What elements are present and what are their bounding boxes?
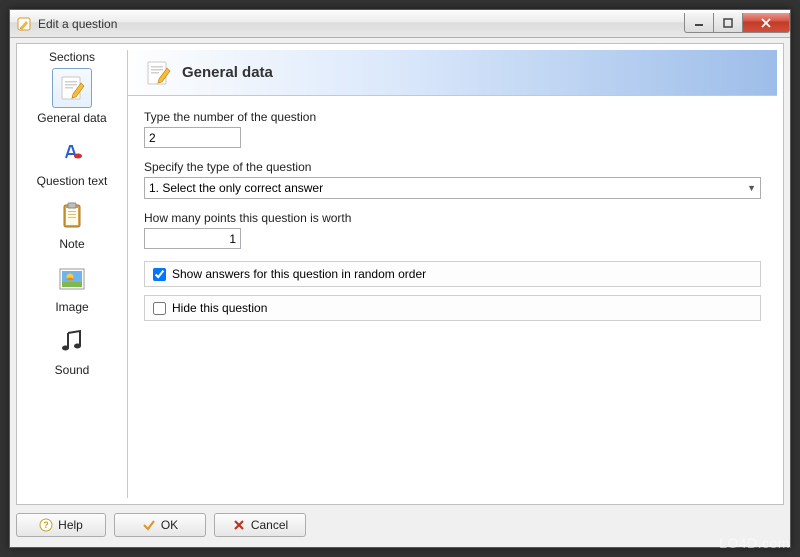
points-input[interactable] bbox=[144, 228, 241, 249]
hide-question-checkbox[interactable] bbox=[153, 302, 166, 315]
random-order-row[interactable]: Show answers for this question in random… bbox=[144, 261, 761, 287]
sidebar-item-general-data[interactable]: General data bbox=[17, 68, 127, 125]
panel-header: General data bbox=[128, 50, 777, 96]
sections-sidebar: Sections General data Question text Note bbox=[17, 44, 127, 504]
cancel-button-label: Cancel bbox=[251, 518, 288, 532]
footer: ? Help OK Cancel bbox=[16, 509, 784, 541]
minimize-button[interactable] bbox=[684, 13, 714, 33]
form-area: Type the number of the question Specify … bbox=[128, 96, 777, 343]
points-label: How many points this question is worth bbox=[144, 211, 761, 225]
random-order-checkbox[interactable] bbox=[153, 268, 166, 281]
sidebar-item-sound[interactable]: Sound bbox=[17, 324, 127, 377]
edit-icon bbox=[52, 68, 92, 108]
question-type-label: Specify the type of the question bbox=[144, 160, 761, 174]
text-color-icon bbox=[54, 135, 90, 171]
ok-button[interactable]: OK bbox=[114, 513, 206, 537]
sidebar-item-label: Sound bbox=[55, 363, 90, 377]
help-button[interactable]: ? Help bbox=[16, 513, 106, 537]
image-icon bbox=[54, 261, 90, 297]
window-buttons bbox=[685, 13, 790, 33]
sidebar-item-label: Image bbox=[55, 300, 88, 314]
question-number-input[interactable] bbox=[144, 127, 241, 148]
titlebar: Edit a question bbox=[10, 10, 790, 38]
app-icon bbox=[16, 16, 32, 32]
check-icon bbox=[142, 518, 156, 532]
question-type-select[interactable]: 1. Select the only correct answer ▼ bbox=[144, 177, 761, 199]
hide-question-row[interactable]: Hide this question bbox=[144, 295, 761, 321]
random-order-label: Show answers for this question in random… bbox=[172, 267, 426, 281]
sidebar-item-label: Note bbox=[59, 237, 84, 251]
question-type-value: 1. Select the only correct answer bbox=[149, 181, 323, 195]
sidebar-title: Sections bbox=[17, 50, 127, 64]
sidebar-item-note[interactable]: Note bbox=[17, 198, 127, 251]
client-area: Sections General data Question text Note bbox=[16, 43, 784, 505]
hide-question-label: Hide this question bbox=[172, 301, 267, 315]
svg-text:?: ? bbox=[43, 520, 49, 530]
chevron-down-icon: ▼ bbox=[747, 183, 756, 193]
help-icon: ? bbox=[39, 518, 53, 532]
edit-page-icon bbox=[144, 59, 172, 87]
sidebar-item-question-text[interactable]: Question text bbox=[17, 135, 127, 188]
question-number-label: Type the number of the question bbox=[144, 110, 761, 124]
window-title: Edit a question bbox=[38, 17, 685, 31]
help-button-label: Help bbox=[58, 518, 83, 532]
sidebar-item-label: Question text bbox=[37, 174, 108, 188]
dialog-window: Edit a question Sections General data Qu… bbox=[9, 9, 791, 548]
music-note-icon bbox=[54, 324, 90, 360]
clipboard-icon bbox=[54, 198, 90, 234]
sidebar-item-image[interactable]: Image bbox=[17, 261, 127, 314]
maximize-button[interactable] bbox=[713, 13, 743, 33]
main-panel: General data Type the number of the ques… bbox=[127, 50, 777, 498]
cancel-button[interactable]: Cancel bbox=[214, 513, 306, 537]
ok-button-label: OK bbox=[161, 518, 178, 532]
sidebar-item-label: General data bbox=[37, 111, 106, 125]
cancel-icon bbox=[232, 518, 246, 532]
close-button[interactable] bbox=[742, 13, 790, 33]
panel-title: General data bbox=[182, 64, 273, 81]
